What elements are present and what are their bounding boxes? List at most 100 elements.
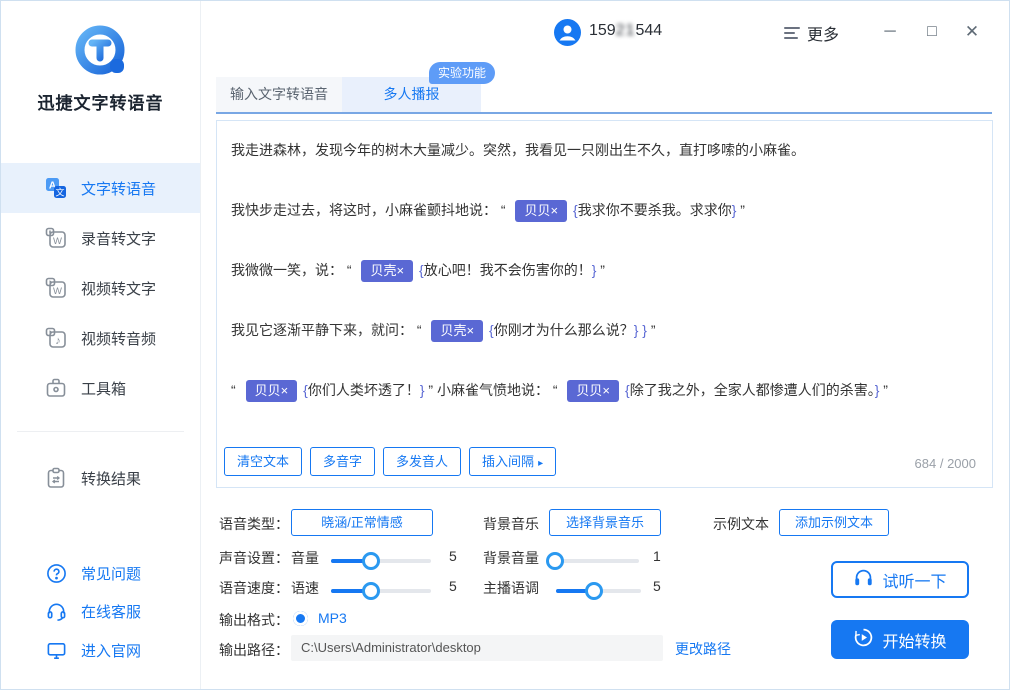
paragraph-text: “ — [231, 382, 240, 398]
paragraph: 我见它逐渐平静下来，就问： “ 贝壳×{你刚才为什么那么说？} } ” — [231, 318, 978, 342]
paragraph-text: 我走进森林，发现今年的树木大量减少。突然，我看见一只刚出生不久，直打哆嗦的小麻雀… — [231, 142, 805, 158]
maximize-button[interactable]: □ — [919, 19, 945, 45]
paragraph-text: 我微微一笑，说： “ — [231, 262, 355, 278]
question-icon — [45, 562, 67, 584]
paragraph-text: ” — [647, 322, 656, 338]
svg-text:W: W — [53, 236, 62, 247]
convert-button[interactable]: 开始转换 — [831, 620, 969, 659]
paragraph-text: 我求你不要杀我。求求你 — [578, 202, 732, 218]
sidebar-divider — [17, 431, 184, 432]
sidebar: 迅捷文字转语音 A文 文字转语音 W 录音转文字 W 视频转文字 ♪ 视频转音频 — [1, 1, 201, 689]
sidebar-item-label: 常见问题 — [81, 563, 141, 584]
bg-volume-label: 背景音量 — [483, 548, 539, 568]
app-title: 迅捷文字转语音 — [1, 89, 200, 114]
more-menu-icon — [784, 24, 800, 42]
text-to-speech-icon: A文 — [45, 177, 67, 199]
sidebar-item-text-to-speech[interactable]: A文 文字转语音 — [1, 163, 200, 213]
sidebar-item-label: 进入官网 — [81, 640, 141, 661]
multi-speaker-button[interactable]: 多发音人 — [383, 447, 461, 476]
bg-music-label: 背景音乐 — [483, 514, 539, 534]
volume-slider[interactable] — [331, 552, 431, 570]
paragraph: 我快步走过去，将这时，小麻雀颤抖地说： “ 贝贝×{我求你不要杀我。求求你} ” — [231, 198, 978, 222]
paragraph-text: ” 小麻雀气愤地说： “ — [425, 382, 562, 398]
sidebar-item-label: 文字转语音 — [81, 178, 156, 199]
experimental-feature-badge: 实验功能 — [429, 62, 495, 84]
user-avatar[interactable] — [554, 19, 581, 46]
output-path-field[interactable]: C:\Users\Administrator\desktop — [291, 635, 663, 661]
account-phone-number[interactable]: 15921544 — [589, 22, 662, 40]
sidebar-item-results[interactable]: 转换结果 — [1, 453, 200, 503]
app-window: 迅捷文字转语音 A文 文字转语音 W 录音转文字 W 视频转文字 ♪ 视频转音频 — [0, 0, 1010, 690]
sidebar-item-label: 录音转文字 — [81, 228, 156, 249]
sidebar-item-label: 视频转音频 — [81, 328, 156, 349]
sidebar-item-video-to-audio[interactable]: ♪ 视频转音频 — [1, 313, 200, 363]
sidebar-item-toolbox[interactable]: 工具箱 — [1, 363, 200, 413]
sidebar-item-faq[interactable]: 常见问题 — [1, 554, 200, 592]
tabs-underline — [216, 112, 992, 114]
output-path-label: 输出路径： — [219, 640, 289, 660]
voice-type-label: 语音类型： — [219, 514, 289, 534]
audio-to-text-icon: W — [45, 227, 67, 249]
sidebar-item-video-to-text[interactable]: W 视频转文字 — [1, 263, 200, 313]
voice-tag[interactable]: 贝壳× — [431, 320, 483, 342]
char-count: 684 / 2000 — [915, 456, 976, 471]
bg-volume-slider[interactable] — [549, 552, 639, 570]
volume-value: 5 — [449, 548, 457, 564]
paragraph-text: 我快步走过去，将这时，小麻雀颤抖地说： “ — [231, 202, 509, 218]
sidebar-item-official-site[interactable]: 进入官网 — [1, 631, 200, 669]
mp3-option-label: MP3 — [318, 610, 347, 626]
voice-tag[interactable]: 贝贝× — [567, 380, 619, 402]
svg-text:♪: ♪ — [55, 335, 61, 347]
paragraph: 我微微一笑，说： “ 贝壳×{放心吧！我不会伤害你的！} ” — [231, 258, 978, 282]
svg-text:文: 文 — [55, 187, 64, 198]
video-to-text-icon: W — [45, 277, 67, 299]
minimize-button[interactable]: ─ — [877, 19, 903, 45]
sidebar-item-label: 在线客服 — [81, 601, 141, 622]
voice-tag[interactable]: 贝贝× — [515, 200, 567, 222]
app-logo-icon — [1, 23, 200, 86]
insert-interval-button[interactable]: 插入间隔▸ — [469, 447, 556, 476]
caret-right-icon: ▸ — [538, 458, 543, 469]
paragraph-text: 你们人类坏透了！ — [308, 382, 420, 398]
sidebar-item-label: 视频转文字 — [81, 278, 156, 299]
tone-slider[interactable] — [556, 582, 641, 600]
tone-value: 5 — [653, 578, 661, 594]
sidebar-item-label: 转换结果 — [81, 468, 141, 489]
close-button[interactable]: ✕ — [959, 19, 985, 45]
paragraph-text: ” — [879, 382, 888, 398]
voice-tag[interactable]: 贝壳× — [361, 260, 413, 282]
speed-setting-label: 语音速度： — [219, 578, 289, 598]
sidebar-item-label: 工具箱 — [81, 378, 126, 399]
sidebar-item-online-service[interactable]: 在线客服 — [1, 592, 200, 630]
polyphone-button[interactable]: 多音字 — [310, 447, 375, 476]
paragraph-text: 我见它逐渐平静下来，就问： “ — [231, 322, 425, 338]
editor-toolbar: 清空文本 多音字 多发音人 插入间隔▸ — [224, 447, 556, 476]
sidebar-item-audio-to-text[interactable]: W 录音转文字 — [1, 213, 200, 263]
clear-text-button[interactable]: 清空文本 — [224, 447, 302, 476]
sample-text-button[interactable]: 添加示例文本 — [779, 509, 889, 536]
preview-button[interactable]: 试听一下 — [831, 561, 969, 598]
voice-tag[interactable]: 贝贝× — [246, 380, 298, 402]
change-path-link[interactable]: 更改路径 — [675, 639, 731, 659]
more-menu-button[interactable]: 更多 — [784, 21, 839, 45]
speed-slider[interactable] — [331, 582, 431, 600]
editor-paragraphs: 我走进森林，发现今年的树木大量减少。突然，我看见一只刚出生不久，直打哆嗦的小麻雀… — [217, 121, 992, 455]
svg-text:W: W — [53, 286, 62, 297]
sound-setting-label: 声音设置： — [219, 548, 289, 568]
speed-label: 语速 — [291, 578, 319, 598]
headphones-icon — [853, 568, 874, 592]
tab-text-to-speech[interactable]: 输入文字转语音 — [216, 77, 342, 112]
text-editor[interactable]: 我走进森林，发现今年的树木大量减少。突然，我看见一只刚出生不久，直打哆嗦的小麻雀… — [216, 120, 993, 488]
sample-text-label: 示例文本 — [713, 514, 769, 534]
bg-music-button[interactable]: 选择背景音乐 — [549, 509, 661, 536]
paragraph-text: 除了我之外，全家人都惨遭人们的杀害。 — [630, 382, 875, 398]
tone-label: 主播语调 — [483, 578, 539, 598]
main-panel: 15921544 更多 ─ □ ✕ 输入文字转语音 多人播报 实验功能 我走进森… — [201, 1, 1010, 689]
voice-type-button[interactable]: 晓涵/正常情感 — [291, 509, 433, 536]
mp3-radio[interactable] — [293, 611, 308, 626]
output-format-label: 输出格式： — [219, 610, 289, 630]
toolbox-icon — [45, 377, 67, 399]
video-to-audio-icon: ♪ — [45, 327, 67, 349]
paragraph-text: ” — [736, 202, 745, 218]
speed-value: 5 — [449, 578, 457, 594]
